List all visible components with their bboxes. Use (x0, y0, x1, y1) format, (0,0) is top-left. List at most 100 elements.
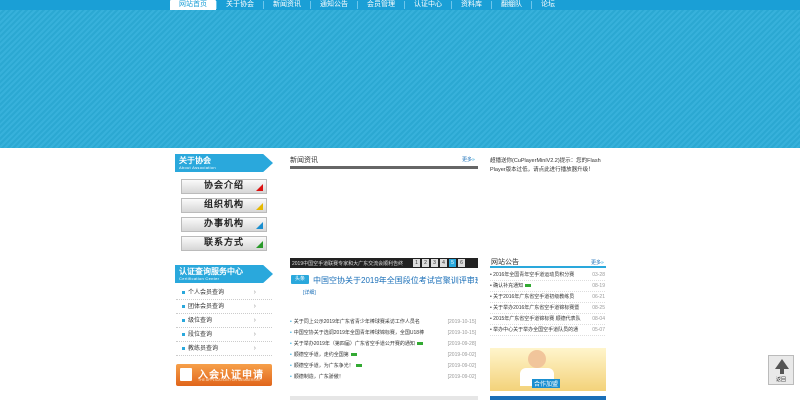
cert-query-individual[interactable]: 个人会员查询 › (176, 286, 272, 300)
yellow-corner-icon (256, 203, 263, 210)
slide-page-5[interactable]: 5 (449, 259, 456, 267)
about-subtitle: About Association (179, 165, 216, 170)
list-item[interactable]: • 2015年广东省空手道锦标赛 顺德代表队 08-04 (490, 314, 605, 325)
about-menu-office[interactable]: 办事机构 (181, 217, 267, 232)
news-item-title: 顺德制造，广东骄傲！ (293, 374, 344, 380)
bullet-icon (182, 290, 185, 294)
bullet-icon (182, 332, 185, 336)
cert-section-header: 认证查询服务中心 Certification Center (175, 265, 273, 283)
arrow-up-stem (780, 368, 784, 374)
nav-item-team[interactable]: 翻绷队 (492, 0, 531, 10)
news-slideshow[interactable] (290, 170, 478, 258)
news-item-date: [2019-09-02] (447, 363, 476, 369)
nav-item-home[interactable]: 网站首页 (170, 0, 216, 10)
more-label: 更多 (462, 157, 473, 163)
nav-item-members[interactable]: 会员管理 (358, 0, 404, 10)
news-title-underline (290, 166, 478, 169)
list-item[interactable]: • 关于2016年广东省空手道初级教练员 06-21 (490, 292, 605, 303)
list-item[interactable]: • 中国空协关于选调2019年全国青年棒球锦标赛，全国U18棒 [2019-10-1… (290, 328, 478, 339)
announce-item-date: 06-21 (592, 294, 605, 300)
about-menu-label: 联系方式 (203, 238, 244, 248)
announce-list: • 2016年全国青年空手道运动员积分赛 03-28 • 确认补充通知 08-19 … (490, 270, 605, 336)
news-bottom-strip (290, 396, 478, 400)
bullet-icon (182, 304, 185, 308)
nav-item-library[interactable]: 资料库 (452, 0, 491, 10)
bullet-icon (182, 346, 185, 350)
bullet-icon: • (290, 363, 292, 369)
top-nav: 网站首页 关于协会 新闻资讯 通知公告 会员管理 认证中心 资料库 翻绷队 论坛 (0, 0, 800, 10)
slide-page-6[interactable]: 6 (458, 259, 465, 267)
nav-item-about[interactable]: 关于协会 (217, 0, 263, 10)
list-item[interactable]: • 举办中心关于举办全国空手道队员的通 05-07 (490, 325, 605, 336)
cert-query-coach[interactable]: 教练员查询 › (176, 342, 272, 356)
partnership-promo-banner[interactable]: 合作加盟 (490, 348, 606, 391)
announce-item-date: 08-04 (592, 316, 605, 322)
join-sublabel: THE APPLICATION FOR MEMBERSHIP (198, 378, 262, 382)
headline-detail-link[interactable]: [详细] (303, 289, 316, 296)
news-item-date: [2019-09-02] (447, 374, 476, 380)
about-menu-organization[interactable]: 组织机构 (181, 198, 267, 213)
cert-query-label: 个人会员查询 (188, 290, 225, 296)
announce-item-date: 05-07 (592, 327, 605, 333)
nav-item-news[interactable]: 新闻资讯 (264, 0, 310, 10)
cert-query-label: 级位查询 (188, 318, 213, 324)
cert-query-label: 段位查询 (188, 332, 213, 338)
news-item-title: 关于同上公示2019年广东省青少年棒球赛采访工作人员名 (293, 319, 420, 325)
cert-query-group[interactable]: 团体会员查询 › (176, 300, 272, 314)
cert-query-list: 个人会员查询 › 团体会员查询 › 级位查询 › 段位查询 › 教练员查询 › (176, 286, 272, 356)
announce-item-title: 确认补充通知 (493, 283, 524, 289)
slide-page-1[interactable]: 1 (413, 259, 420, 267)
slide-caption-bar: 2019中国空手道联赛专家和大广东交流会顺利告终 1 2 3 4 5 6 (290, 258, 478, 268)
double-chevron-icon: » (472, 157, 475, 163)
cert-query-kyu[interactable]: 级位查询 › (176, 314, 272, 328)
new-flag-icon (355, 364, 362, 368)
announce-title-underline (490, 266, 606, 268)
nav-item-forum[interactable]: 论坛 (532, 0, 564, 10)
form-icon (180, 368, 192, 381)
child-photo-icon (528, 350, 546, 368)
news-item-title: 中国空协关于选调2019年全国青年棒球锦标赛，全国U18棒 (293, 330, 425, 336)
bullet-icon: • (290, 374, 292, 380)
about-section-header: 关于协会 About Association (175, 154, 273, 172)
about-menu-intro[interactable]: 协会介绍 (181, 179, 267, 194)
chevron-right-icon: › (253, 317, 256, 324)
news-item-date: [2019-10-15] (447, 319, 476, 325)
announce-item-title: 2015年广东省空手道锦标赛 顺德代表队 (493, 316, 581, 322)
join-application-button[interactable]: 入会认证申请 THE APPLICATION FOR MEMBERSHIP (176, 364, 272, 386)
bullet-icon: • (290, 341, 292, 347)
cert-query-label: 团体会员查询 (188, 304, 225, 310)
headline-link[interactable]: 中国空协关于2019年全国段位考试官聚训评审班的补 (313, 275, 478, 286)
announce-item-title: 关于举办2016年广东省空手道锦标赛暨 (493, 305, 580, 311)
list-item[interactable]: • 确认补充通知 08-19 (490, 281, 605, 292)
nav-item-notices[interactable]: 通知公告 (311, 0, 357, 10)
about-menu-label: 协会介绍 (203, 181, 244, 191)
list-item[interactable]: • 顺德制造，广东骄傲！ [2019-09-02] (290, 372, 478, 383)
news-item-title: 顺德空手道，为广东争光！ (293, 363, 354, 369)
back-to-top-button[interactable]: 返回 (768, 355, 794, 385)
news-section-title: 新闻资讯 (290, 157, 318, 164)
slide-page-4[interactable]: 4 (440, 259, 447, 267)
news-list: • 关于同上公示2019年广东省青少年棒球赛采访工作人员名 [2019-10-15]… (290, 317, 478, 383)
about-menu-label: 组织机构 (203, 200, 244, 210)
about-menu-contact[interactable]: 联系方式 (181, 236, 267, 251)
list-item[interactable]: • 关于举办2019年（第四届）广东省空手道公开赛的通知 [2019-09-28] (290, 339, 478, 350)
slide-page-2[interactable]: 2 (422, 259, 429, 267)
cert-query-dan[interactable]: 段位查询 › (176, 328, 272, 342)
announce-more-link[interactable]: 更多» (591, 259, 604, 266)
list-item[interactable]: • 2016年全国青年空手道运动员积分赛 03-28 (490, 270, 605, 281)
list-item[interactable]: • 关于同上公示2019年广东省青少年棒球赛采访工作人员名 [2019-10-15] (290, 317, 478, 328)
nav-bar: 网站首页 关于协会 新闻资讯 通知公告 会员管理 认证中心 资料库 翻绷队 论坛 (170, 0, 564, 10)
news-item-title: 关于举办2019年（第四届）广东省空手道公开赛的通知 (293, 341, 415, 347)
chevron-right-icon: › (253, 303, 256, 310)
news-more-link[interactable]: 更多» (462, 156, 475, 163)
list-item[interactable]: • 顺德空手道，为广东争光！ [2019-09-02] (290, 361, 478, 372)
right-bottom-strip (490, 396, 606, 400)
slide-page-3[interactable]: 3 (431, 259, 438, 267)
list-item[interactable]: • 关于举办2016年广东省空手道锦标赛暨 08-25 (490, 303, 605, 314)
nav-item-certification[interactable]: 认证中心 (405, 0, 451, 10)
green-corner-icon (256, 241, 263, 248)
announce-item-title: 2016年全国青年空手道运动员积分赛 (493, 272, 575, 278)
bullet-icon: • (290, 352, 292, 358)
list-item[interactable]: • 顺德空手道，走约全国第 [2019-09-02] (290, 350, 478, 361)
flash-player-notice[interactable]: 超播送你(CuPlayerMiniV2.2)提示：您的Flash Player版… (490, 157, 605, 175)
